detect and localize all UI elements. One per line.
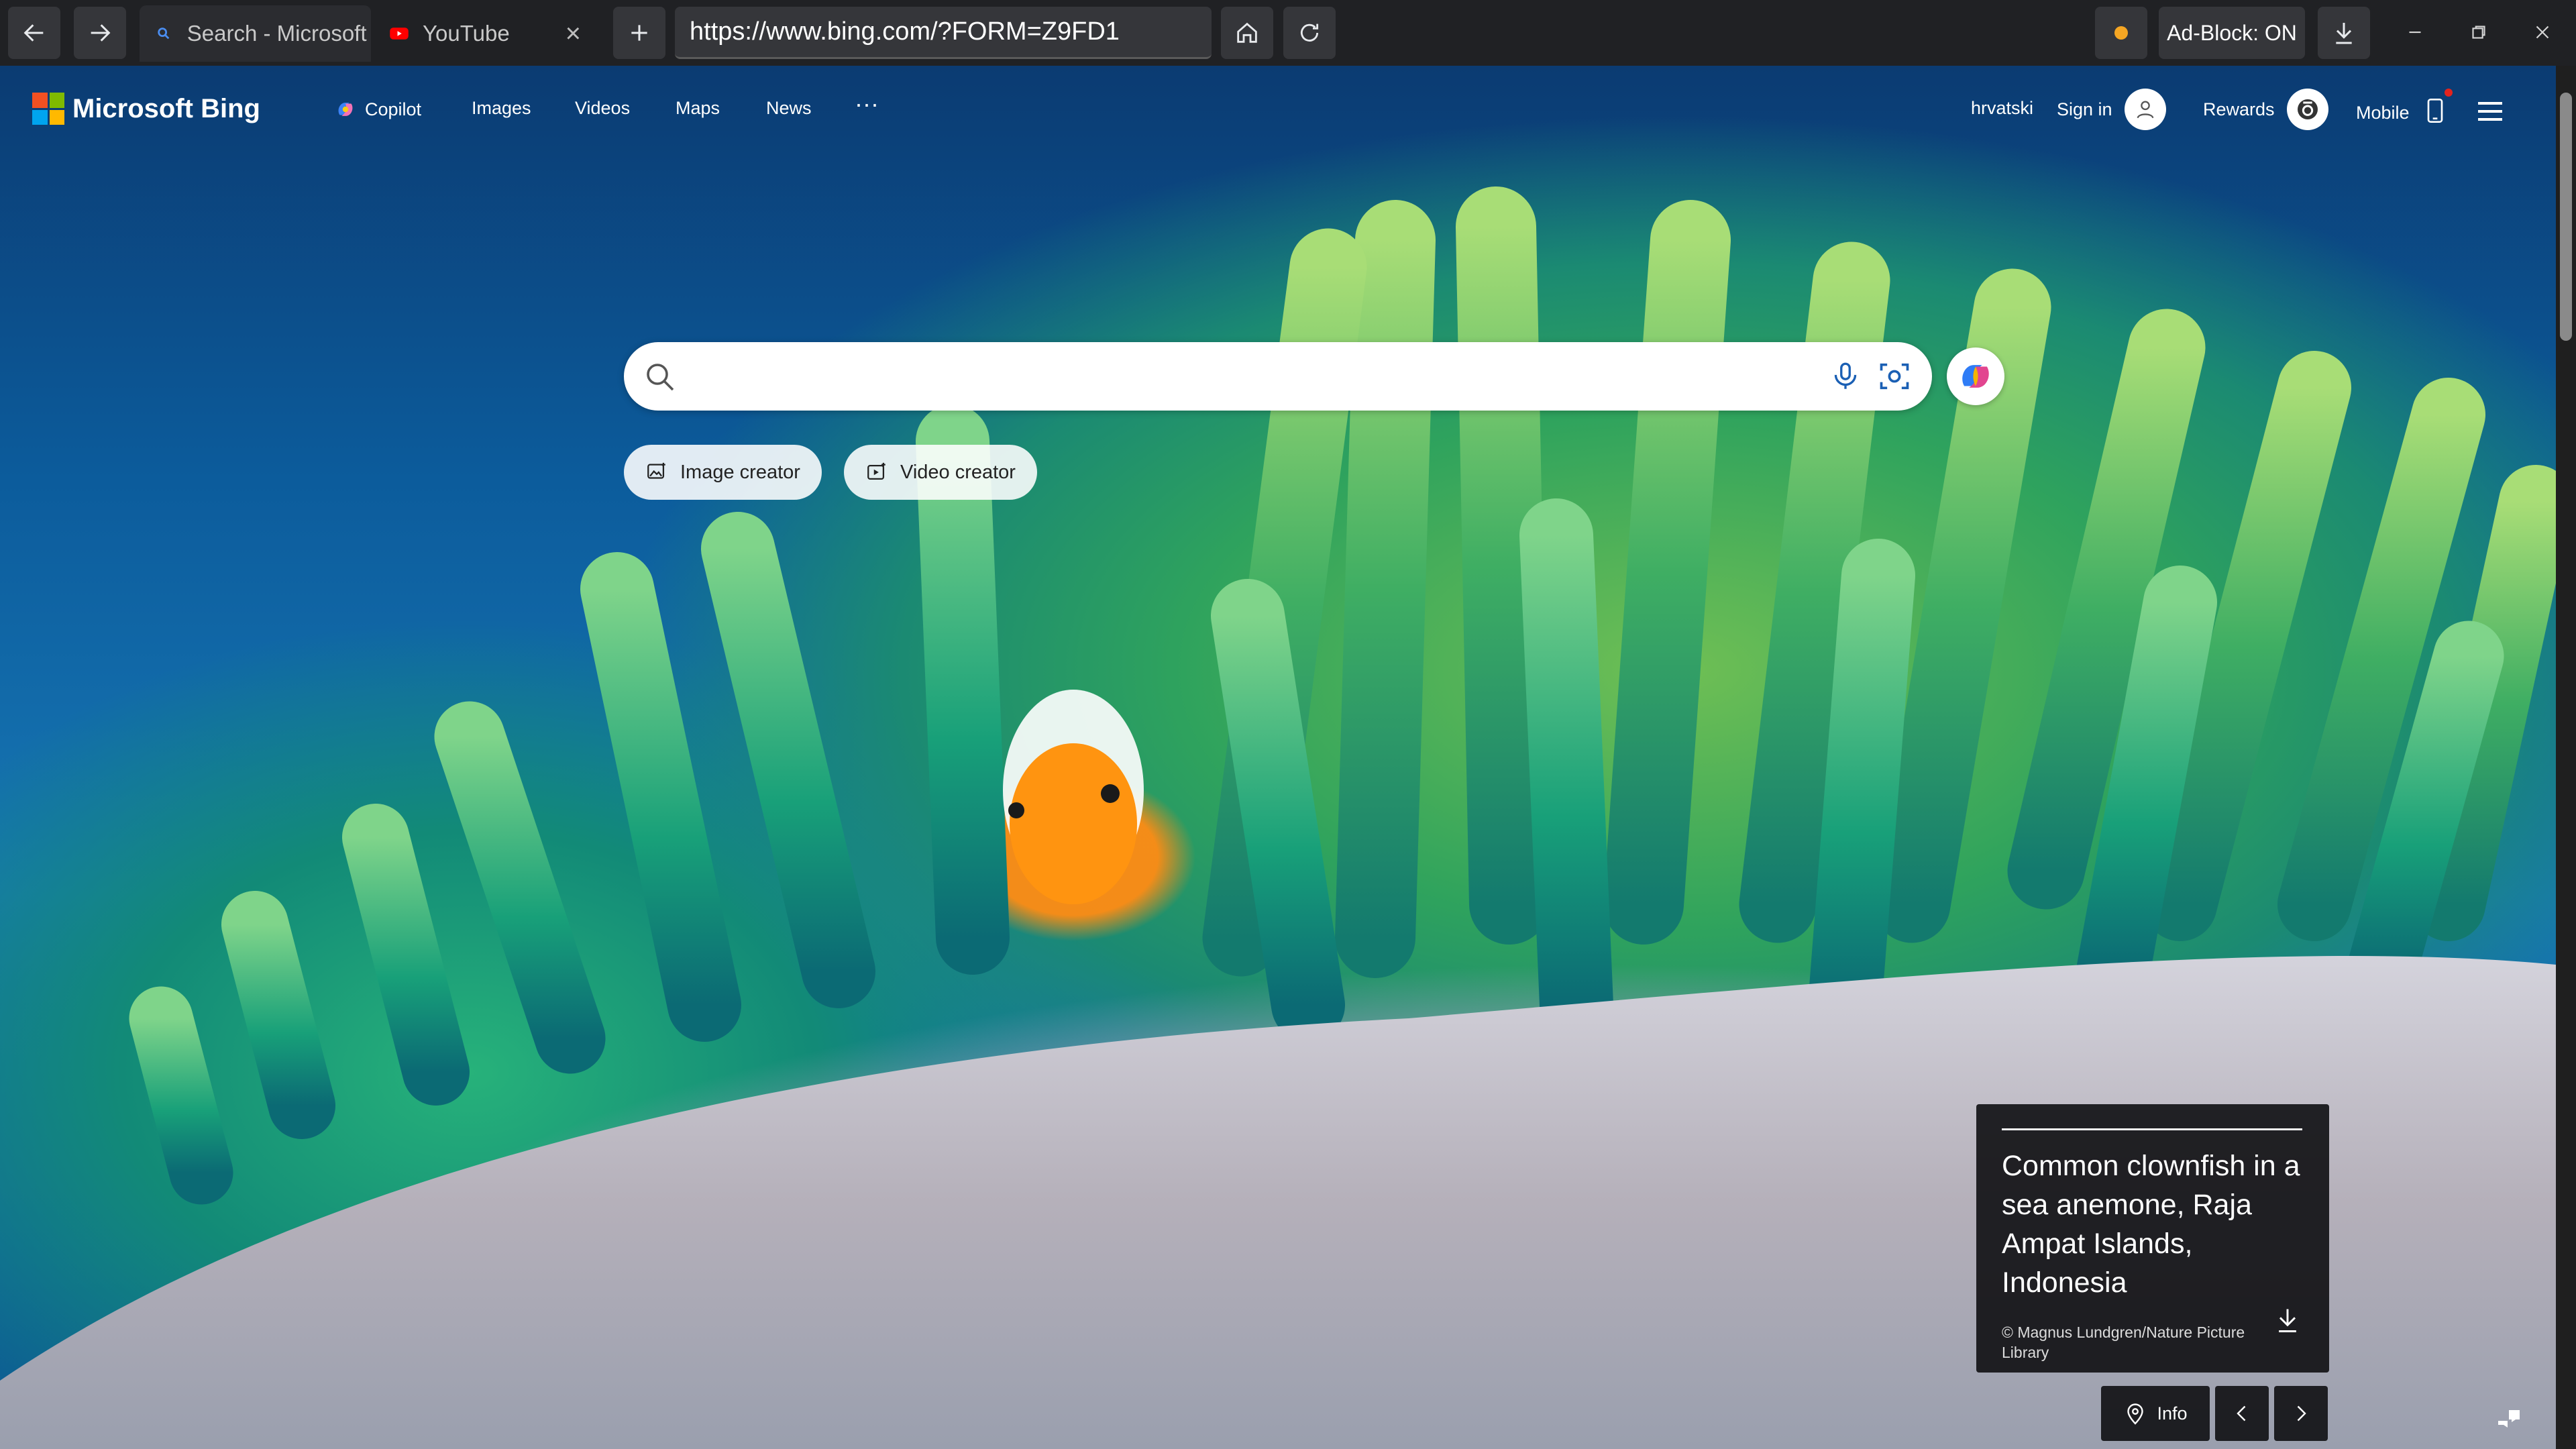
rewards-button[interactable]: Rewards bbox=[2203, 89, 2328, 130]
tab-youtube[interactable]: YouTube × bbox=[374, 5, 596, 62]
extension-icon bbox=[2114, 26, 2128, 40]
mobile-label: Mobile bbox=[2356, 103, 2410, 123]
previous-image-button[interactable] bbox=[2215, 1386, 2269, 1441]
url-text: https://www.bing.com/?FORM=Z9FD1 bbox=[690, 17, 1120, 46]
rewards-medal-icon bbox=[2286, 89, 2328, 130]
nav-more[interactable]: ··· bbox=[855, 90, 879, 118]
chevron-right-icon bbox=[2297, 1405, 2306, 1421]
nav-label: Maps bbox=[676, 98, 720, 118]
tab-bing-search[interactable]: Search - Microsoft I bbox=[140, 5, 371, 62]
pill-label: Image creator bbox=[680, 461, 800, 483]
copilot-button[interactable] bbox=[1947, 347, 2004, 405]
mobile-button[interactable]: Mobile bbox=[2356, 89, 2453, 133]
chevron-left-icon bbox=[2237, 1405, 2246, 1421]
close-icon bbox=[2536, 25, 2549, 39]
arrow-right-icon bbox=[91, 24, 111, 42]
restore-icon bbox=[2472, 25, 2485, 39]
bing-homepage: Microsoft Bing Copilot Images Videos Map… bbox=[0, 66, 2556, 1449]
image-caption[interactable]: Common clownfish in a sea anemone, Raja … bbox=[2002, 1146, 2302, 1302]
video-creator-button[interactable]: Video creator bbox=[844, 445, 1037, 500]
minimize-icon bbox=[2409, 31, 2421, 34]
search-icon bbox=[647, 364, 674, 391]
copilot-icon bbox=[338, 103, 353, 116]
tab-title: YouTube bbox=[423, 21, 510, 46]
download-icon bbox=[2336, 23, 2352, 44]
sign-in-label: Sign in bbox=[2057, 99, 2112, 119]
nav-label: Copilot bbox=[365, 99, 422, 119]
nav-videos[interactable]: Videos bbox=[575, 98, 630, 119]
rewards-label: Rewards bbox=[2203, 99, 2275, 119]
browser-toolbar: Search - Microsoft I YouTube × https://w… bbox=[0, 0, 2576, 66]
adblock-label: Ad-Block: ON bbox=[2167, 20, 2297, 45]
menu-button[interactable] bbox=[2474, 95, 2506, 127]
reload-button[interactable] bbox=[1283, 7, 1336, 59]
nav-label: Videos bbox=[575, 98, 631, 118]
microphone-icon bbox=[1834, 362, 1857, 389]
image-creator-icon bbox=[647, 462, 665, 479]
extension-button[interactable] bbox=[2095, 7, 2147, 59]
bing-header: Microsoft Bing Copilot Images Videos Map… bbox=[0, 66, 2556, 160]
nav-label: News bbox=[766, 98, 812, 118]
pill-label: Video creator bbox=[900, 461, 1016, 483]
info-label: Info bbox=[2157, 1403, 2188, 1424]
more-icon: ··· bbox=[855, 90, 879, 117]
page-scrollbar[interactable] bbox=[2556, 66, 2576, 1449]
nav-maps[interactable]: Maps bbox=[676, 98, 720, 119]
visual-search-button[interactable] bbox=[1877, 359, 1912, 397]
bing-logo[interactable]: Microsoft Bing bbox=[32, 93, 260, 125]
home-button[interactable] bbox=[1221, 7, 1273, 59]
nav-news[interactable]: News bbox=[766, 98, 812, 119]
next-image-button[interactable] bbox=[2274, 1386, 2328, 1441]
image-info-card: Common clownfish in a sea anemone, Raja … bbox=[1976, 1104, 2329, 1373]
camera-search-icon bbox=[1880, 363, 1909, 390]
search-box bbox=[624, 342, 1932, 411]
card-divider bbox=[2002, 1128, 2302, 1130]
search-input[interactable] bbox=[691, 350, 1751, 403]
sign-in-button[interactable]: Sign in bbox=[2057, 89, 2166, 130]
forward-button[interactable] bbox=[74, 7, 126, 59]
scrollbar-thumb[interactable] bbox=[2560, 93, 2572, 341]
nav-copilot[interactable]: Copilot bbox=[334, 98, 421, 121]
arrow-left-icon bbox=[23, 24, 44, 42]
user-avatar-icon bbox=[2124, 89, 2166, 130]
home-icon bbox=[1237, 22, 1257, 43]
close-window-button[interactable] bbox=[2522, 12, 2563, 52]
nav-label: Images bbox=[472, 98, 531, 118]
logo-text: Microsoft Bing bbox=[72, 93, 260, 123]
adblock-toggle[interactable]: Ad-Block: ON bbox=[2159, 7, 2305, 59]
voice-search-button[interactable] bbox=[1829, 359, 1862, 397]
plus-icon bbox=[631, 25, 647, 41]
reload-icon bbox=[1300, 23, 1319, 42]
downloads-button[interactable] bbox=[2318, 7, 2370, 59]
location-pin-icon bbox=[2127, 1403, 2144, 1425]
info-button[interactable]: Info bbox=[2101, 1386, 2210, 1441]
youtube-icon bbox=[389, 23, 409, 44]
new-tab-button[interactable] bbox=[613, 7, 665, 59]
feedback-button[interactable] bbox=[2493, 1402, 2525, 1438]
back-button[interactable] bbox=[8, 7, 60, 59]
close-tab-icon[interactable]: × bbox=[566, 19, 581, 49]
language-label: hrvatski bbox=[1971, 98, 2034, 118]
restore-button[interactable] bbox=[2459, 12, 2499, 52]
notification-dot bbox=[2444, 89, 2453, 97]
download-icon bbox=[2279, 1309, 2296, 1332]
hamburger-menu-icon bbox=[2478, 102, 2502, 121]
phone-icon bbox=[2422, 89, 2453, 133]
feedback-icon bbox=[2498, 1410, 2520, 1428]
address-bar[interactable]: https://www.bing.com/?FORM=Z9FD1 bbox=[675, 7, 1212, 59]
language-link[interactable]: hrvatski bbox=[1971, 98, 2033, 119]
nav-images[interactable]: Images bbox=[472, 98, 531, 119]
copilot-icon bbox=[1962, 365, 1989, 388]
search-icon bbox=[154, 23, 174, 44]
minimize-button[interactable] bbox=[2395, 12, 2435, 52]
image-credit: © Magnus Lundgren/Nature Picture Library bbox=[2002, 1324, 2245, 1361]
tab-title: Search - Microsoft I bbox=[186, 21, 371, 46]
download-image-button[interactable] bbox=[2273, 1305, 2302, 1338]
microsoft-logo-icon bbox=[32, 93, 64, 125]
image-creator-button[interactable]: Image creator bbox=[624, 445, 822, 500]
video-creator-icon bbox=[867, 462, 885, 480]
